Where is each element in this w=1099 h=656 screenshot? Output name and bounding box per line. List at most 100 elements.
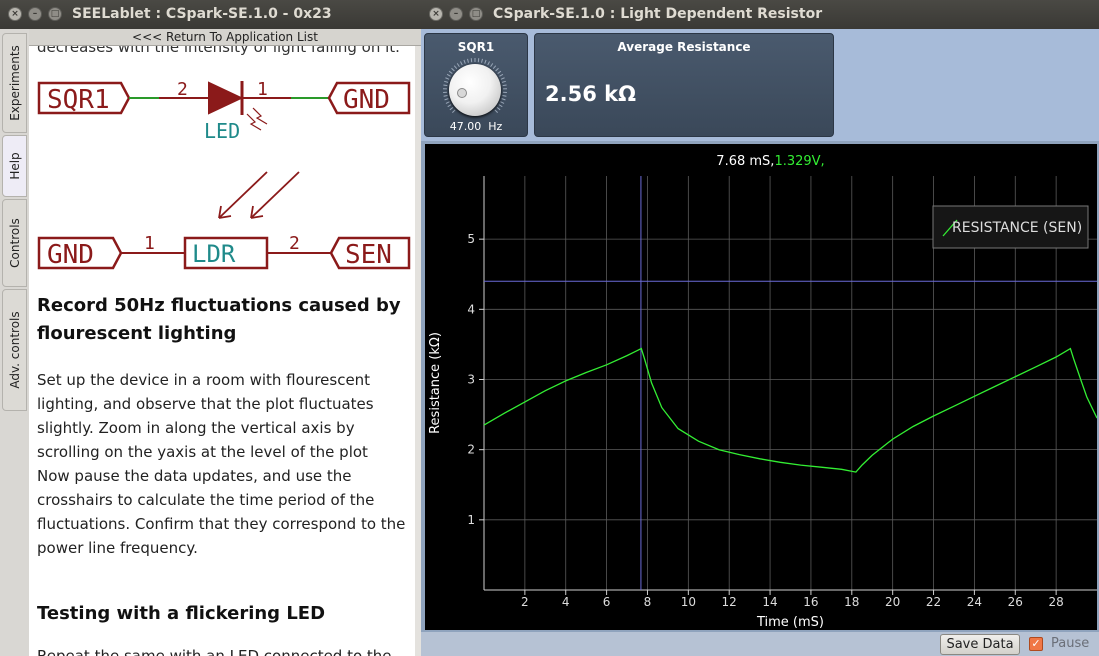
tab-adv-controls[interactable]: Adv. controls	[2, 289, 27, 411]
knob-tick	[501, 80, 506, 83]
cursor-readout: 7.68 mS,1.329V,	[716, 154, 824, 169]
x-tick-label: 4	[562, 595, 570, 609]
knob-tick	[452, 109, 456, 113]
y-tick-label: 3	[467, 372, 475, 386]
light-arrows-icon	[218, 171, 300, 219]
help-paragraph-1: Set up the device in a room with floures…	[37, 371, 374, 461]
led-left-port: SQR1	[47, 85, 110, 115]
led-pin2: 1	[257, 79, 268, 100]
knob-label: SQR1	[457, 40, 495, 54]
knob-tick	[451, 67, 455, 72]
help-heading-1: Record 50Hz fluctuations caused by flour…	[37, 295, 401, 344]
knob-tick	[501, 98, 506, 101]
knob-tick	[449, 106, 454, 111]
average-resistance-card: Average Resistance 2.56 kΩ	[534, 33, 834, 137]
right-titlebar: × – □ CSpark-SE.1.0 : Light Dependent Re…	[421, 0, 1099, 29]
window-title: SEELablet : CSpark-SE.1.0 - 0x23	[72, 6, 332, 22]
close-icon[interactable]: ×	[8, 7, 22, 21]
tab-controls[interactable]: Controls	[2, 199, 27, 287]
knob-tick	[453, 65, 458, 70]
pause-checkbox[interactable]: ✓	[1029, 637, 1043, 651]
frequency-readout: 47.00 Hz	[425, 120, 527, 133]
window-title: CSpark-SE.1.0 : Light Dependent Resistor	[493, 6, 823, 22]
help-content: decreases with the intensity of light fa…	[29, 46, 415, 656]
x-tick-label: 28	[1048, 595, 1063, 609]
tab-label: Adv. controls	[7, 311, 22, 389]
pause-label[interactable]: Pause	[1051, 636, 1089, 651]
tab-help[interactable]: Help	[2, 135, 27, 197]
knob-tick	[445, 101, 450, 104]
knob-tick	[490, 63, 494, 67]
save-data-button[interactable]: Save Data	[940, 634, 1020, 655]
control-panel: SQR1 47.00 Hz Average Resistance 2.56 kΩ	[421, 29, 1099, 141]
led-label: LED	[204, 119, 240, 143]
average-resistance-label: Average Resistance	[617, 40, 751, 54]
return-to-app-list-button[interactable]: <<< Return To Application List	[29, 29, 421, 46]
ldr-right-port: SEN	[345, 240, 392, 270]
led-pin1: 2	[177, 79, 188, 100]
x-tick-label: 12	[722, 595, 737, 609]
x-tick-label: 8	[644, 595, 652, 609]
knob-tick	[500, 101, 505, 104]
knob-tick	[487, 61, 490, 66]
knob-tick	[467, 58, 469, 63]
schematic: SQR1 2 1 LED GND GND 1 LDR 2 SEN	[37, 79, 411, 270]
knob-tick	[500, 77, 505, 80]
sqr1-knob-card: SQR1 47.00 Hz	[424, 33, 528, 137]
frequency-value: 47.00	[449, 120, 482, 133]
tab-label: Controls	[7, 218, 22, 268]
ldr-circuit: GND 1 LDR 2 SEN	[37, 233, 411, 270]
average-resistance-value: 2.56 kΩ	[545, 82, 636, 106]
led-right-port: GND	[343, 85, 390, 115]
x-tick-label: 14	[762, 595, 777, 609]
resistance-plot[interactable]: 2 4 6 8 10 12 14 16 18 20 22 24 26 28 1 2 3 4 5 Time (mS) Re…	[424, 143, 1098, 631]
knob-tick	[444, 80, 449, 83]
close-icon[interactable]: ×	[429, 7, 443, 21]
knob-tick	[445, 77, 450, 80]
led-circuit: SQR1 2 1 LED GND	[37, 79, 411, 143]
legend-label: RESISTANCE (SEN)	[952, 220, 1082, 236]
knob-tick	[463, 59, 466, 64]
minimize-icon[interactable]: –	[449, 7, 463, 21]
maximize-icon[interactable]: □	[469, 7, 483, 21]
y-tick-label: 1	[467, 513, 475, 527]
knob-tick	[494, 109, 498, 113]
knob-tick	[447, 104, 452, 108]
readout-time: 7.68 mS,	[716, 154, 774, 169]
tab-experiments[interactable]: Experiments	[2, 33, 27, 133]
frequency-knob[interactable]	[449, 64, 501, 116]
y-tick-label: 5	[467, 232, 475, 246]
tab-label: Experiments	[7, 45, 22, 121]
knob-tick	[497, 70, 502, 74]
knob-tick	[444, 98, 449, 101]
left-titlebar: × – □ SEELablet : CSpark-SE.1.0 - 0x23	[0, 0, 421, 29]
knob-tick	[496, 106, 501, 111]
knob-tick	[495, 67, 499, 72]
y-axis-label: Resistance (kΩ)	[428, 332, 443, 434]
knob-tick	[456, 63, 460, 67]
ldr-left-port: GND	[47, 240, 94, 270]
light-emission-icon	[246, 107, 268, 131]
knob-tick	[499, 73, 504, 77]
knob-tick	[481, 58, 483, 63]
bottom-bar: Save Data ✓ Pause	[421, 632, 1099, 656]
maximize-icon[interactable]: □	[48, 7, 62, 21]
knob-tick	[502, 84, 507, 87]
knob-tick	[443, 94, 448, 97]
plot-svg[interactable]: 2 4 6 8 10 12 14 16 18 20 22 24 26 2812345Time (mS)Re…	[425, 144, 1098, 630]
help-heading-2: Testing with a flickering LED	[37, 603, 326, 624]
knob-tick	[446, 73, 451, 77]
minimize-icon[interactable]: –	[28, 7, 42, 21]
x-tick-label: 22	[926, 595, 941, 609]
x-tick-label: 18	[844, 595, 859, 609]
y-tick-label: 4	[467, 302, 475, 316]
knob-indicator	[457, 88, 467, 98]
readout-voltage: 1.329V,	[774, 154, 824, 169]
experiment-window: × – □ CSpark-SE.1.0 : Light Dependent Re…	[421, 0, 1099, 656]
knob-tick	[443, 84, 448, 87]
knob-tick	[502, 94, 507, 97]
help-paragraph-2: Now pause the data updates, and use the …	[37, 467, 406, 557]
frequency-unit: Hz	[488, 120, 503, 133]
x-tick-label: 10	[681, 595, 696, 609]
x-tick-label: 16	[803, 595, 818, 609]
